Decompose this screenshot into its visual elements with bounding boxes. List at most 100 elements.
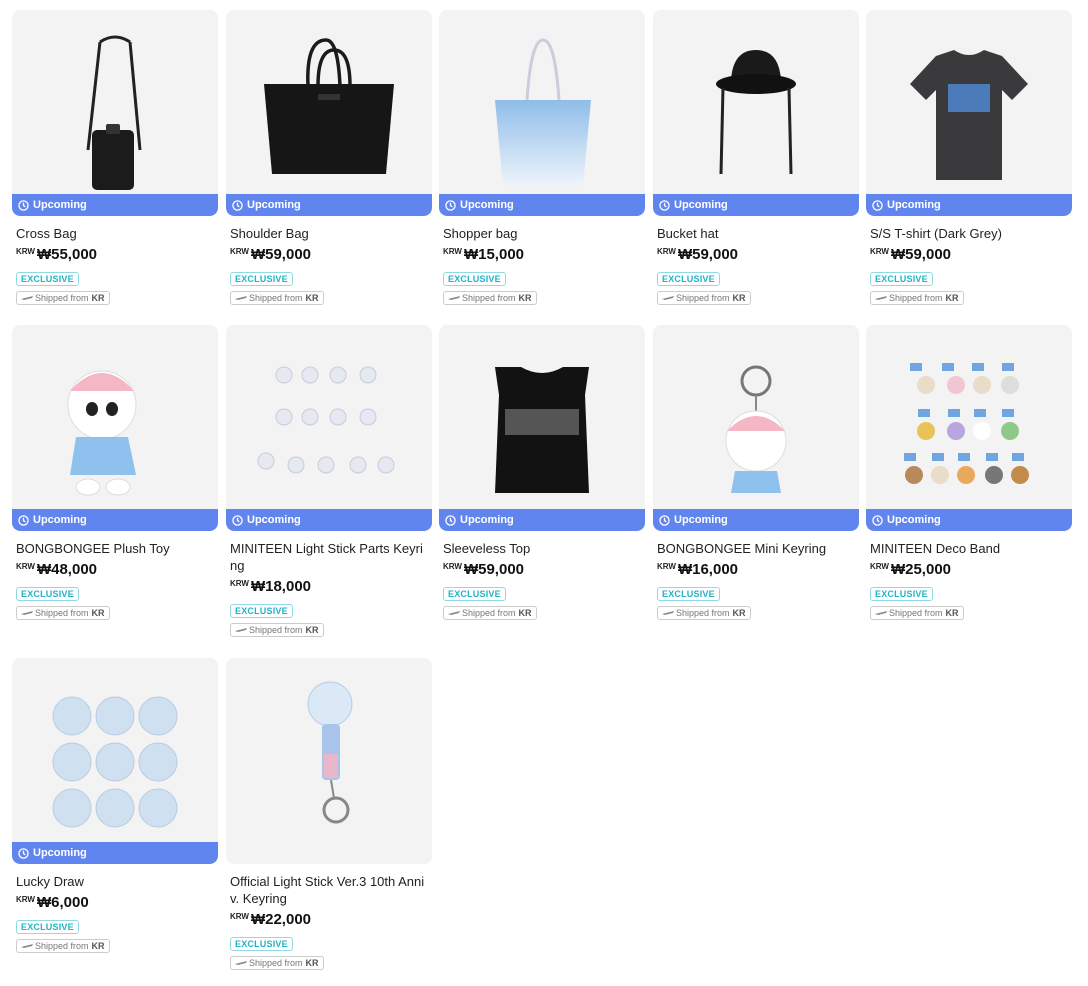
airplane-icon: [448, 611, 460, 615]
product-name[interactable]: MINITEEN Light Stick Parts Keyring: [226, 540, 430, 574]
shipping-tag: Shipped from KR: [443, 606, 537, 620]
shipped-from-label: Shipped from: [462, 293, 516, 303]
ship-country: KR: [945, 608, 959, 618]
upcoming-label: Upcoming: [460, 514, 514, 526]
product-image[interactable]: Upcoming: [866, 10, 1072, 216]
plush-toy-image: [67, 370, 137, 496]
ship-country: KR: [518, 608, 532, 618]
product-card[interactable]: Upcoming Bucket hat KRW ₩59,000 EXCLUSIV…: [653, 10, 859, 305]
product-price: KRW ₩15,000: [439, 246, 645, 263]
shipping-tag: Shipped from KR: [230, 291, 324, 305]
exclusive-tag: EXCLUSIVE: [443, 587, 506, 601]
product-price: KRW ₩59,000: [866, 246, 1072, 263]
ship-country: KR: [91, 941, 105, 951]
product-name[interactable]: Official Light Stick Ver.3 10th Anniv. K…: [226, 873, 430, 907]
product-name[interactable]: MINITEEN Deco Band: [866, 540, 1070, 557]
airplane-icon: [662, 296, 674, 300]
product-image[interactable]: Upcoming: [439, 325, 645, 531]
product-card[interactable]: Upcoming MINITEEN Deco Band KRW ₩25,000 …: [866, 325, 1072, 620]
product-image[interactable]: Upcoming: [12, 10, 218, 216]
airplane-icon: [875, 296, 887, 300]
shopper-bag-image: [495, 38, 591, 186]
product-name[interactable]: Shoulder Bag: [226, 225, 430, 242]
product-name[interactable]: Cross Bag: [12, 225, 216, 242]
price-value: ₩16,000: [677, 561, 739, 578]
product-card[interactable]: Upcoming Shopper bag KRW ₩15,000 EXCLUSI…: [439, 10, 645, 305]
upcoming-badge: Upcoming: [12, 842, 218, 864]
upcoming-label: Upcoming: [33, 199, 87, 211]
shipped-from-label: Shipped from: [889, 608, 943, 618]
product-name[interactable]: Lucky Draw: [12, 873, 216, 890]
clock-icon: [232, 199, 243, 211]
product-price: KRW ₩59,000: [653, 246, 859, 263]
airplane-icon: [21, 611, 33, 615]
shipping-tag: Shipped from KR: [16, 291, 110, 305]
shipping-tag: Shipped from KR: [443, 291, 537, 305]
shipping-tag: Shipped from KR: [16, 939, 110, 953]
airplane-icon: [235, 628, 247, 632]
airplane-icon: [21, 944, 33, 948]
product-card[interactable]: Upcoming MINITEEN Light Stick Parts Keyr…: [226, 325, 432, 637]
currency-code: KRW: [230, 247, 249, 256]
exclusive-tag: EXCLUSIVE: [443, 272, 506, 286]
product-card[interactable]: Upcoming S/S T-shirt (Dark Grey) KRW ₩59…: [866, 10, 1072, 305]
upcoming-badge: Upcoming: [12, 509, 218, 531]
product-name[interactable]: Bucket hat: [653, 225, 857, 242]
product-card[interactable]: Upcoming BONGBONGEE Plush Toy KRW ₩48,00…: [12, 325, 218, 620]
product-name[interactable]: Sleeveless Top: [439, 540, 643, 557]
product-price: KRW ₩59,000: [226, 246, 432, 263]
price-value: ₩18,000: [250, 578, 312, 595]
product-name[interactable]: BONGBONGEE Mini Keyring: [653, 540, 857, 557]
shipped-from-label: Shipped from: [35, 941, 89, 951]
product-price: KRW ₩6,000: [12, 894, 218, 911]
product-card[interactable]: Upcoming Sleeveless Top KRW ₩59,000 EXCL…: [439, 325, 645, 620]
exclusive-tag: EXCLUSIVE: [870, 272, 933, 286]
product-card[interactable]: Upcoming Shoulder Bag KRW ₩59,000 EXCLUS…: [226, 10, 432, 305]
product-image[interactable]: [226, 658, 432, 864]
currency-code: KRW: [657, 562, 676, 571]
cross-bag-image: [86, 35, 142, 190]
ship-country: KR: [732, 608, 746, 618]
shipped-from-label: Shipped from: [889, 293, 943, 303]
ship-country: KR: [945, 293, 959, 303]
bucket-hat-image: [716, 50, 796, 175]
product-image[interactable]: Upcoming: [226, 10, 432, 216]
exclusive-tag: EXCLUSIVE: [16, 920, 79, 934]
exclusive-tag: EXCLUSIVE: [657, 587, 720, 601]
ship-country: KR: [518, 293, 532, 303]
product-name[interactable]: Shopper bag: [439, 225, 643, 242]
product-image[interactable]: Upcoming: [12, 325, 218, 531]
product-image[interactable]: Upcoming: [12, 658, 218, 864]
currency-code: KRW: [16, 895, 35, 904]
product-card[interactable]: Upcoming Lucky Draw KRW ₩6,000 EXCLUSIVE…: [12, 658, 218, 953]
photo-badges-image: [52, 696, 178, 828]
product-image[interactable]: Upcoming: [866, 325, 1072, 531]
product-name[interactable]: BONGBONGEE Plush Toy: [12, 540, 216, 557]
light-stick-keyring-image: [307, 681, 353, 824]
product-price: KRW ₩55,000: [12, 246, 218, 263]
product-price: KRW ₩22,000: [226, 911, 432, 928]
deco-band-image: [904, 363, 1029, 484]
product-image[interactable]: Upcoming: [653, 10, 859, 216]
price-value: ₩48,000: [36, 561, 98, 578]
product-image[interactable]: Upcoming: [439, 10, 645, 216]
product-card[interactable]: Upcoming BONGBONGEE Mini Keyring KRW ₩16…: [653, 325, 859, 620]
product-image[interactable]: Upcoming: [653, 325, 859, 531]
ship-country: KR: [91, 608, 105, 618]
product-card[interactable]: Official Light Stick Ver.3 10th Anniv. K…: [226, 658, 432, 970]
product-price: KRW ₩18,000: [226, 578, 432, 595]
upcoming-label: Upcoming: [887, 514, 941, 526]
price-value: ₩59,000: [890, 246, 952, 263]
upcoming-label: Upcoming: [460, 199, 514, 211]
shoulder-bag-image: [264, 38, 394, 174]
shipping-tag: Shipped from KR: [870, 606, 964, 620]
product-card[interactable]: Upcoming Cross Bag KRW ₩55,000 EXCLUSIVE…: [12, 10, 218, 305]
ship-country: KR: [305, 958, 319, 968]
product-image[interactable]: Upcoming: [226, 325, 432, 531]
upcoming-badge: Upcoming: [866, 194, 1072, 216]
upcoming-label: Upcoming: [247, 514, 301, 526]
currency-code: KRW: [870, 562, 889, 571]
currency-code: KRW: [16, 247, 35, 256]
product-name[interactable]: S/S T-shirt (Dark Grey): [866, 225, 1070, 242]
currency-code: KRW: [230, 579, 249, 588]
